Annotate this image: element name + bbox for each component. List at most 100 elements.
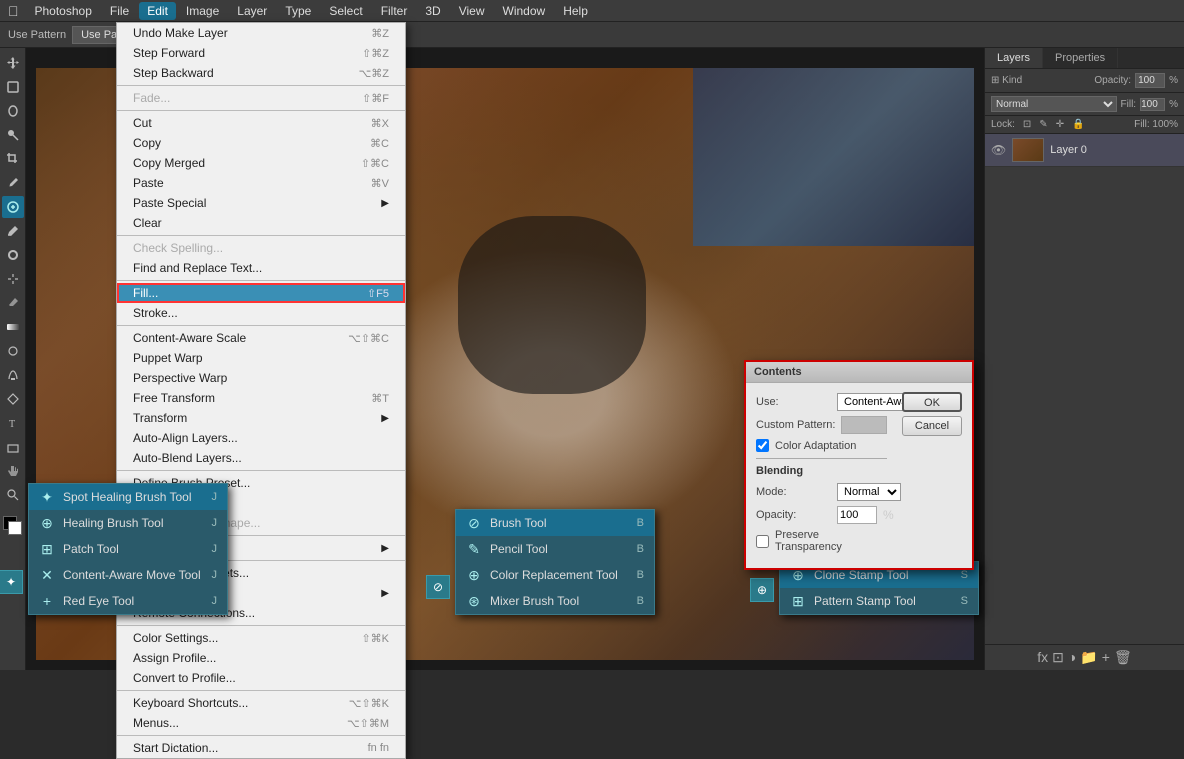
menu-layer[interactable]: Layer: [229, 2, 275, 20]
eraser-btn[interactable]: [2, 292, 24, 314]
lock-all-btn[interactable]: 🔒: [1072, 119, 1084, 130]
menu-image[interactable]: Image: [178, 2, 227, 20]
menu-item-clear[interactable]: Clear: [117, 213, 405, 233]
type-btn[interactable]: T: [2, 412, 24, 434]
selection-tool-btn[interactable]: [2, 76, 24, 98]
menu-item-keyboard-shortcuts[interactable]: Keyboard Shortcuts... ⌥⇧⌘K: [117, 693, 405, 713]
patch-tool-icon: ⊞: [39, 541, 55, 557]
menu-item-content-aware-scale[interactable]: Content-Aware Scale ⌥⇧⌘C: [117, 328, 405, 348]
menu-edit[interactable]: Edit: [139, 2, 176, 20]
menu-photoshop[interactable]: Photoshop: [27, 2, 100, 20]
flyout-mixer-brush[interactable]: ⊛ Mixer Brush Tool B: [456, 588, 654, 614]
hand-btn[interactable]: [2, 460, 24, 482]
menu-item-auto-blend[interactable]: Auto-Blend Layers...: [117, 448, 405, 468]
lock-transparent-btn[interactable]: ⊡: [1023, 119, 1031, 130]
menu-item-stroke[interactable]: Stroke...: [117, 303, 405, 323]
tab-properties[interactable]: Properties: [1043, 48, 1118, 68]
lock-paint-btn[interactable]: ✎: [1039, 119, 1047, 130]
menu-item-fill[interactable]: Fill... ⇧F5: [117, 283, 405, 303]
pen-btn[interactable]: [2, 388, 24, 410]
brush-tool-active-icon[interactable]: ⊘: [426, 575, 450, 599]
fx-btn[interactable]: fx: [1037, 649, 1048, 666]
menu-item-paste[interactable]: Paste ⌘V: [117, 173, 405, 193]
move-tool-btn[interactable]: [2, 52, 24, 74]
menu-item-auto-align[interactable]: Auto-Align Layers...: [117, 428, 405, 448]
menu-item-fade[interactable]: Fade... ⇧⌘F: [117, 88, 405, 108]
add-mask-btn[interactable]: ⊡: [1052, 649, 1064, 666]
menu-item-convert-to-profile[interactable]: Convert to Profile...: [117, 668, 405, 688]
ok-button[interactable]: OK: [902, 392, 962, 412]
healing-brush-btn[interactable]: [2, 196, 24, 218]
apple-menu[interactable]: : [8, 3, 19, 19]
healing-tool-active-icon[interactable]: ✦: [0, 570, 23, 594]
menu-item-undo[interactable]: Undo Make Layer ⌘Z: [117, 23, 405, 43]
cancel-button[interactable]: Cancel: [902, 416, 962, 436]
menu-item-step-backward[interactable]: Step Backward ⌥⌘Z: [117, 63, 405, 83]
clone-stamp-active-icon[interactable]: ⊕: [750, 578, 774, 602]
menu-item-menus[interactable]: Menus... ⌥⇧⌘M: [117, 713, 405, 733]
layer-item-0[interactable]: 👁 Layer 0: [985, 134, 1184, 167]
menu-window[interactable]: Window: [495, 2, 554, 20]
mode-select[interactable]: Normal Multiply Screen Overlay: [837, 483, 901, 501]
opacity-input-panel[interactable]: [1135, 73, 1165, 88]
flyout-content-aware-move[interactable]: ✕ Content-Aware Move Tool J: [29, 562, 227, 588]
flyout-healing-brush[interactable]: ⊕ Healing Brush Tool J: [29, 510, 227, 536]
flyout-pencil-tool[interactable]: ✎ Pencil Tool B: [456, 536, 654, 562]
custom-pattern-input[interactable]: [841, 416, 887, 434]
delete-layer-btn[interactable]: 🗑: [1114, 649, 1132, 666]
layer-visibility-eye[interactable]: 👁: [991, 143, 1006, 157]
flyout-spot-healing-brush[interactable]: ✦ Spot Healing Brush Tool J: [29, 484, 227, 510]
shape-btn[interactable]: [2, 436, 24, 458]
color-adaptation-checkbox[interactable]: [756, 439, 769, 452]
menu-item-copy-merged[interactable]: Copy Merged ⇧⌘C: [117, 153, 405, 173]
menu-item-cut[interactable]: Cut ⌘X: [117, 113, 405, 133]
menu-item-puppet-warp[interactable]: Puppet Warp: [117, 348, 405, 368]
lock-move-btn[interactable]: ✛: [1056, 119, 1064, 130]
menu-item-assign-profile[interactable]: Assign Profile...: [117, 648, 405, 668]
flyout-pattern-stamp[interactable]: ⊞ Pattern Stamp Tool S: [780, 588, 978, 614]
opacity-input[interactable]: [837, 506, 877, 524]
menu-view[interactable]: View: [451, 2, 493, 20]
menu-sep-3: [117, 235, 405, 236]
fill-input-panel[interactable]: [1140, 98, 1165, 111]
blur-btn[interactable]: [2, 340, 24, 362]
menu-file[interactable]: File: [102, 2, 137, 20]
history-brush-btn[interactable]: [2, 268, 24, 290]
menu-item-paste-special[interactable]: Paste Special ▶: [117, 193, 405, 213]
brush-tool-btn[interactable]: [2, 220, 24, 242]
menu-item-start-dictation[interactable]: Start Dictation... fn fn: [117, 738, 405, 758]
adjustment-btn[interactable]: ◑: [1068, 649, 1076, 666]
menu-item-perspective-warp[interactable]: Perspective Warp: [117, 368, 405, 388]
crop-tool-btn[interactable]: [2, 148, 24, 170]
new-layer-btn[interactable]: +: [1102, 649, 1110, 666]
tab-layers[interactable]: Layers: [985, 48, 1043, 68]
menu-item-check-spelling[interactable]: Check Spelling...: [117, 238, 405, 258]
zoom-btn[interactable]: [2, 484, 24, 506]
dodge-btn[interactable]: [2, 364, 24, 386]
lasso-tool-btn[interactable]: [2, 100, 24, 122]
group-btn[interactable]: 📁: [1080, 649, 1097, 666]
menu-item-copy[interactable]: Copy ⌘C: [117, 133, 405, 153]
menu-select[interactable]: Select: [321, 2, 370, 20]
menu-type[interactable]: Type: [277, 2, 319, 20]
flyout-brush-tool[interactable]: ⊘ Brush Tool B: [456, 510, 654, 536]
menu-item-color-settings[interactable]: Color Settings... ⇧⌘K: [117, 628, 405, 648]
menu-item-free-transform[interactable]: Free Transform ⌘T: [117, 388, 405, 408]
foreground-color[interactable]: [3, 516, 23, 536]
menu-item-step-forward[interactable]: Step Forward ⇧⌘Z: [117, 43, 405, 63]
menu-filter[interactable]: Filter: [373, 2, 416, 20]
menu-help[interactable]: Help: [555, 2, 596, 20]
quick-select-btn[interactable]: [2, 124, 24, 146]
flyout-color-replacement[interactable]: ⊕ Color Replacement Tool B: [456, 562, 654, 588]
blend-mode-select[interactable]: Normal Multiply Screen: [991, 96, 1117, 112]
menu-item-transform[interactable]: Transform ▶: [117, 408, 405, 428]
preserve-transparency-checkbox[interactable]: [756, 535, 769, 548]
gradient-btn[interactable]: [2, 316, 24, 338]
clone-stamp-btn[interactable]: [2, 244, 24, 266]
flyout-patch-tool[interactable]: ⊞ Patch Tool J: [29, 536, 227, 562]
flyout-red-eye[interactable]: + Red Eye Tool J: [29, 588, 227, 614]
eyedropper-btn[interactable]: [2, 172, 24, 194]
dialog-buttons: OK Cancel: [902, 392, 962, 436]
menu-3d[interactable]: 3D: [417, 2, 448, 20]
menu-item-find-replace[interactable]: Find and Replace Text...: [117, 258, 405, 278]
